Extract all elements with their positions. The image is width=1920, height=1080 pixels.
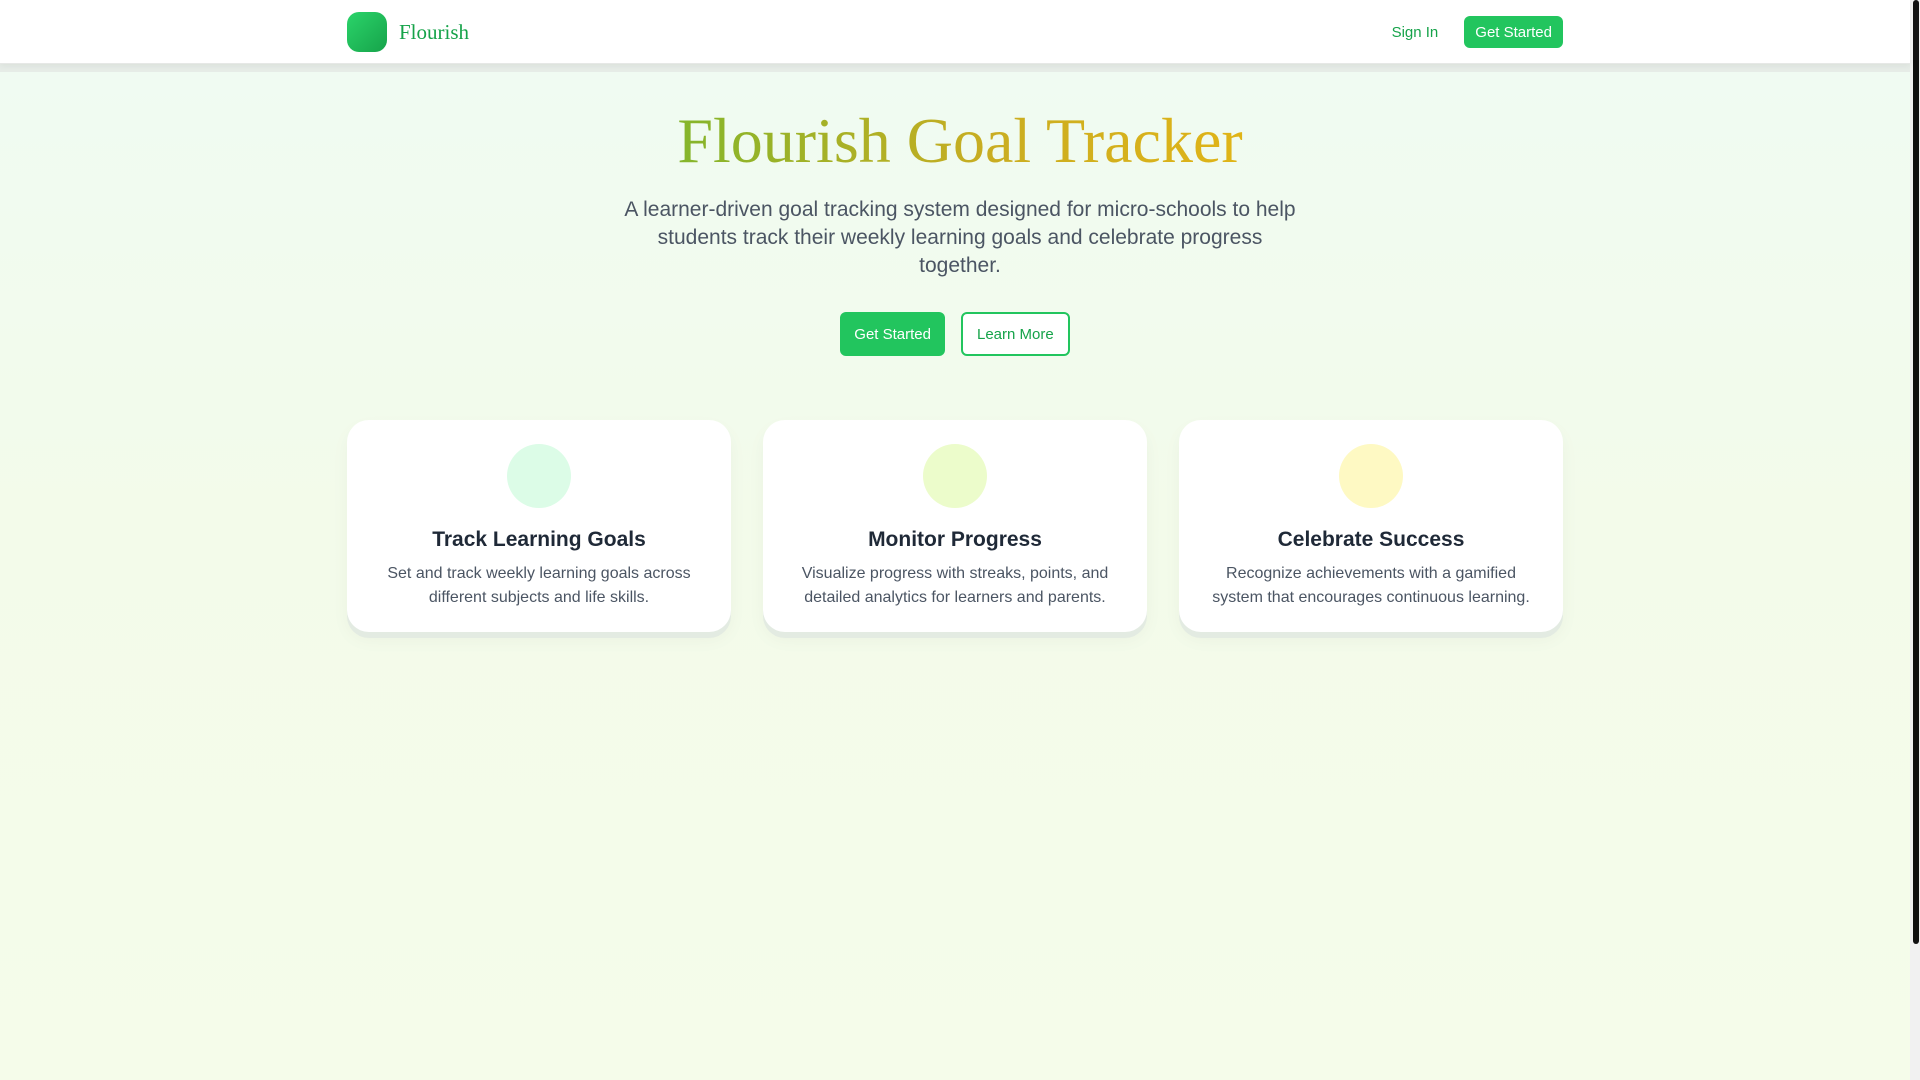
feature-circle-icon bbox=[1339, 444, 1403, 508]
learn-more-button[interactable]: Learn More bbox=[961, 312, 1070, 356]
navbar-inner: Flourish Sign In Get Started bbox=[347, 0, 1563, 64]
feature-card-track-goals: Track Learning Goals Set and track weekl… bbox=[347, 420, 731, 632]
scrollbar-thumb[interactable] bbox=[1913, 0, 1919, 944]
feature-card-title: Celebrate Success bbox=[1277, 528, 1465, 551]
feature-card-title: Track Learning Goals bbox=[432, 528, 646, 551]
top-navbar: Flourish Sign In Get Started bbox=[0, 0, 1910, 64]
sign-in-link[interactable]: Sign In bbox=[1392, 24, 1439, 41]
feature-card-monitor-progress: Monitor Progress Visualize progress with… bbox=[763, 420, 1147, 632]
nav-actions: Sign In Get Started bbox=[1392, 16, 1563, 48]
landing-page: Flourish Sign In Get Started Flourish Go… bbox=[0, 0, 1920, 1080]
hero-title: Flourish Goal Tracker bbox=[677, 105, 1243, 176]
feature-circle-icon bbox=[507, 444, 571, 508]
hero-get-started-button[interactable]: Get Started bbox=[840, 312, 945, 356]
feature-card-celebrate-success: Celebrate Success Recognize achievements… bbox=[1179, 420, 1563, 632]
feature-card-description: Recognize achievements with a gamified s… bbox=[1212, 565, 1530, 606]
brand-name: Flourish bbox=[399, 19, 470, 44]
brand[interactable]: Flourish bbox=[347, 12, 469, 52]
logo-icon bbox=[347, 12, 387, 52]
feature-circle-icon bbox=[923, 444, 987, 508]
nav-get-started-button[interactable]: Get Started bbox=[1464, 16, 1563, 48]
vertical-scrollbar[interactable] bbox=[1910, 0, 1920, 1080]
feature-cards: Track Learning Goals Set and track weekl… bbox=[347, 420, 1563, 632]
hero-subtitle: A learner-driven goal tracking system de… bbox=[624, 198, 1296, 277]
feature-card-title: Monitor Progress bbox=[868, 528, 1042, 551]
hero-actions: Get Started Learn More bbox=[0, 312, 1910, 356]
feature-card-description: Set and track weekly learning goals acro… bbox=[387, 565, 691, 606]
feature-card-description: Visualize progress with streaks, points,… bbox=[801, 565, 1109, 606]
